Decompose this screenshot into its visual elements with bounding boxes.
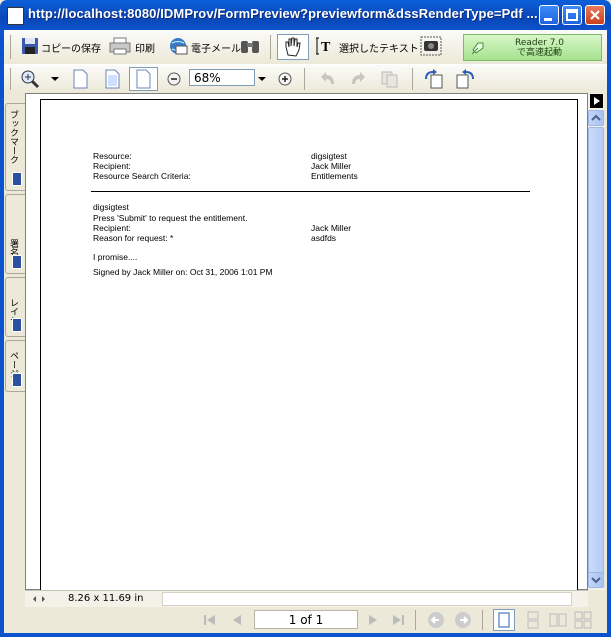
actual-size-icon[interactable] <box>70 69 90 89</box>
zoom-in-icon[interactable] <box>278 72 293 87</box>
scroll-thumb[interactable] <box>588 127 604 575</box>
vertical-scrollbar[interactable] <box>588 93 604 590</box>
previous-view-icon[interactable] <box>427 611 445 629</box>
next-view-icon[interactable] <box>454 611 472 629</box>
reason-label: Reason for request: * <box>93 233 174 243</box>
scroll-up-button[interactable] <box>588 110 604 126</box>
copy-pages-icon[interactable] <box>380 70 400 88</box>
recipient2-value: Jack Miller <box>311 223 352 233</box>
zoom-tool-dropdown-icon[interactable] <box>51 77 59 83</box>
rotate-page-ccw-icon[interactable] <box>454 69 476 89</box>
resource-value: digsigtest <box>311 151 347 161</box>
section-title: digsigtest <box>93 202 129 212</box>
horizontal-scroll-track[interactable] <box>162 592 572 606</box>
rotate-back-icon[interactable] <box>318 71 338 87</box>
copy-save-button[interactable]: コピーの保存 <box>41 40 101 55</box>
printer-icon[interactable] <box>109 37 131 55</box>
zoom-dropdown-icon[interactable] <box>258 77 266 83</box>
split-handle-icon[interactable] <box>32 594 46 604</box>
instruction-text: Press 'Submit' to request the entitlemen… <box>93 213 248 223</box>
page-number-input[interactable]: 1 of 1 <box>254 610 358 629</box>
bookmarks-indicator-icon <box>12 172 22 186</box>
print-button[interactable]: 印刷 <box>135 40 155 55</box>
pdf-page: Resource: digsigtest Recipient: Jack Mil… <box>40 99 578 598</box>
search-criteria-label: Resource Search Criteria: <box>93 171 191 181</box>
zoom-level-input[interactable]: 68% <box>189 69 255 86</box>
last-page-icon[interactable] <box>389 612 407 628</box>
recipient-value: Jack Miller <box>311 161 352 171</box>
snapshot-camera-icon[interactable] <box>420 36 442 56</box>
horizontal-scrollbar[interactable]: 8.26 x 11.69 in <box>25 590 588 608</box>
page-size-label: 8.26 x 11.69 in <box>68 593 144 604</box>
main-toolbar: コピーの保存 印刷 電子メール T 選択したテキスト Reader 7.0 で高… <box>4 30 607 64</box>
scroll-down-icon <box>591 577 601 584</box>
next-page-icon[interactable] <box>366 612 380 628</box>
reason-value: asdfds <box>311 233 337 243</box>
rotate-forward-icon[interactable] <box>348 71 368 87</box>
scroll-down-button[interactable] <box>588 572 604 588</box>
single-page-icon <box>498 612 510 628</box>
close-button[interactable] <box>585 5 605 25</box>
layers-indicator-icon <box>12 318 22 332</box>
bookmarks-tab-label: ブックマーク <box>8 110 18 164</box>
select-text-button[interactable]: 選択したテキスト <box>339 40 419 55</box>
previous-page-icon[interactable] <box>230 612 244 628</box>
pages-tab[interactable]: ページ <box>5 340 25 392</box>
scroll-up-icon <box>591 114 601 121</box>
fit-width-icon <box>136 69 151 89</box>
continuous-facing-icon[interactable] <box>574 611 592 629</box>
search-criteria-value: Entitlements <box>311 171 358 181</box>
bookmarks-tab[interactable]: ブックマーク <box>5 103 25 191</box>
signature-line: Signed by Jack Miller on: Oct 31, 2006 1… <box>93 267 273 277</box>
maximize-button[interactable] <box>562 5 582 25</box>
email-button[interactable]: 電子メール <box>191 40 241 55</box>
hand-tool-button[interactable] <box>277 34 309 60</box>
continuous-icon[interactable] <box>524 611 542 629</box>
recipient-label: Recipient: <box>93 161 131 171</box>
first-page-icon[interactable] <box>201 612 219 628</box>
section-divider <box>91 191 530 192</box>
facing-icon[interactable] <box>549 611 567 629</box>
resource-label: Resource: <box>93 151 132 161</box>
signatures-indicator-icon <box>12 255 22 269</box>
window-title: http://localhost:8080/IDMProv/FormPrevie… <box>28 6 538 21</box>
pane-menu-button[interactable] <box>590 94 603 108</box>
document-view[interactable]: Resource: digsigtest Recipient: Jack Mil… <box>25 93 588 598</box>
rocket-icon <box>471 42 484 55</box>
triangle-right-icon <box>594 97 600 105</box>
save-icon[interactable] <box>21 37 39 55</box>
email-globe-icon[interactable] <box>168 36 188 56</box>
zoom-out-icon[interactable] <box>167 72 182 87</box>
reader-fast-launch-button[interactable]: Reader 7.0 で高速起動 <box>463 34 602 61</box>
page-navigation-bar: 1 of 1 <box>4 607 607 633</box>
view-toolbar: 68% <box>4 64 607 93</box>
minimize-button[interactable] <box>539 5 559 25</box>
hand-icon <box>285 37 301 57</box>
rotate-page-cw-icon[interactable] <box>423 69 445 89</box>
zoom-in-tool-icon[interactable] <box>20 69 40 89</box>
title-bar[interactable]: http://localhost:8080/IDMProv/FormPrevie… <box>0 0 611 30</box>
pages-indicator-icon <box>12 373 22 387</box>
select-text-icon[interactable]: T <box>315 36 337 56</box>
layers-tab[interactable]: レイヤ <box>5 277 25 337</box>
fit-page-icon[interactable] <box>102 69 122 89</box>
single-page-button[interactable] <box>493 609 515 631</box>
signatures-tab[interactable]: 署名 <box>5 194 25 274</box>
fit-width-button[interactable] <box>129 67 158 91</box>
recipient2-label: Recipient: <box>93 223 131 233</box>
promise-text: I promise.... <box>93 252 138 262</box>
binoculars-icon[interactable] <box>240 37 260 55</box>
ie-document-icon <box>7 7 24 25</box>
svg-text:T: T <box>321 40 331 55</box>
